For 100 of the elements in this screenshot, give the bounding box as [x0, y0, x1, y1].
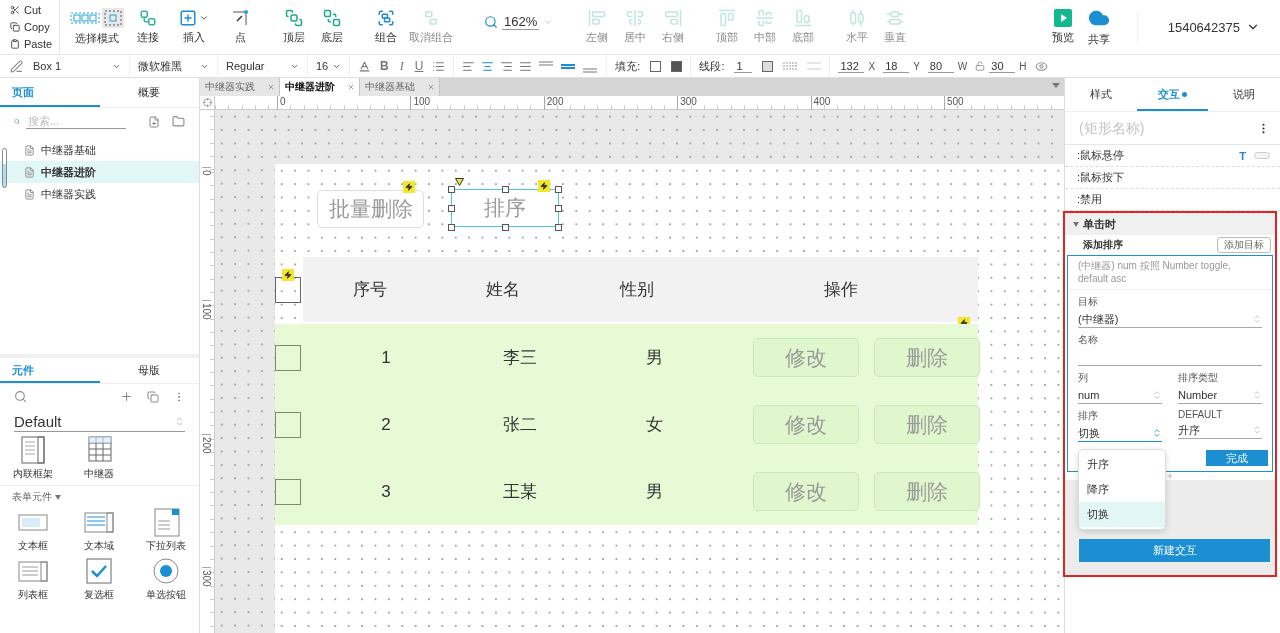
page-item[interactable]: 中继器进阶 — [0, 161, 199, 183]
weight-select[interactable]: Regular — [218, 54, 308, 78]
user-menu[interactable]: 1540642375 — [1136, 12, 1270, 42]
position-field[interactable]: 80 — [927, 59, 954, 73]
toolbar-button[interactable]: 组合 — [368, 2, 404, 52]
position-field[interactable]: 18 — [883, 59, 910, 73]
resize-handle[interactable] — [555, 205, 562, 212]
checkbox[interactable] — [275, 411, 301, 438]
stack-icon[interactable] — [147, 390, 159, 403]
zoom-select[interactable]: 162% — [484, 14, 554, 30]
select-field[interactable]: num — [1078, 387, 1162, 404]
new-interaction-button[interactable]: 新建交互 — [1079, 539, 1270, 562]
state-row[interactable]: :禁用 — [1065, 189, 1280, 211]
panel-tab[interactable]: 说明 — [1208, 78, 1280, 111]
widget-item[interactable]: 单选按钮 — [132, 557, 199, 602]
panel-tab[interactable]: 样式 — [1065, 78, 1137, 111]
unlock-icon[interactable] — [975, 61, 986, 71]
list-icon[interactable] — [432, 59, 446, 73]
font-select[interactable]: 微软雅黑 — [130, 54, 218, 78]
search-icon[interactable] — [14, 390, 27, 403]
panel-tab[interactable]: 交互 — [1136, 78, 1209, 111]
folder-icon[interactable] — [172, 115, 185, 128]
group-header[interactable]: 表单元件 — [0, 485, 199, 506]
menu-item[interactable]: 升序 — [1079, 452, 1165, 477]
resize-handle[interactable] — [448, 186, 455, 193]
toolbar-button[interactable]: 点 — [222, 2, 258, 52]
widget-item[interactable]: 内联框架 — [0, 436, 67, 481]
format-button[interactable]: B — [378, 59, 391, 73]
add-target-button[interactable]: 添加目标 — [1217, 237, 1271, 253]
position-field[interactable]: 30 — [989, 59, 1016, 73]
toolbar-button[interactable]: 插入 — [168, 2, 220, 52]
resize-handle[interactable] — [555, 186, 562, 193]
format-button[interactable]: U — [412, 59, 426, 73]
name-field[interactable]: (矩形名称) — [1077, 119, 1227, 137]
group-icon — [377, 9, 395, 27]
align-right-icon[interactable] — [500, 59, 514, 73]
clipboard-button[interactable]: Cut — [0, 1, 59, 19]
line-width-field[interactable]: 1 — [734, 59, 753, 73]
panel-tab[interactable]: 页面 — [0, 78, 100, 107]
widget-item[interactable]: 下拉列表 — [132, 508, 199, 553]
fill-swatch[interactable] — [650, 60, 662, 72]
document-tab[interactable]: 中继器实践 — [200, 78, 280, 96]
widget-item[interactable]: 文本域 — [66, 508, 133, 553]
style-select[interactable]: Box 1 — [0, 54, 130, 78]
select-field[interactable]: Number — [1178, 387, 1262, 404]
checkbox[interactable] — [275, 478, 301, 505]
text-color-icon[interactable] — [358, 59, 371, 73]
resize-handle[interactable] — [555, 224, 562, 231]
close-icon[interactable] — [267, 83, 275, 91]
library-select[interactable]: Default — [14, 413, 185, 432]
state-row[interactable]: :鼠标悬停 T — [1065, 145, 1280, 167]
close-icon[interactable] — [347, 83, 355, 91]
size-select[interactable]: 16 — [308, 54, 350, 78]
toolbar-button[interactable]: 预览 — [1044, 2, 1081, 52]
panel-tab[interactable]: 母版 — [99, 358, 199, 383]
page-item[interactable]: 中继器基础 — [0, 139, 199, 161]
add-icon[interactable] — [120, 390, 133, 403]
widget-item[interactable]: 中继器 — [66, 436, 133, 481]
toolbar-button[interactable]: 选择模式 — [66, 2, 128, 52]
widget-item[interactable]: 列表框 — [0, 557, 67, 602]
resize-handle[interactable] — [502, 186, 509, 193]
state-row[interactable]: :鼠标按下 — [1065, 167, 1280, 189]
fill-label: 填充: — [615, 58, 641, 74]
resize-handle[interactable] — [448, 224, 455, 231]
line-color-swatch[interactable] — [762, 60, 774, 72]
document-tab[interactable]: 中继器基础 — [360, 78, 440, 96]
select-field[interactable]: (中继器) — [1078, 311, 1262, 328]
shadow-swatch[interactable] — [671, 60, 683, 72]
menu-item[interactable]: 降序 — [1079, 477, 1165, 502]
event-header[interactable]: 单击时 — [1065, 213, 1275, 235]
widget-item[interactable]: 文本框 — [0, 508, 67, 553]
position-field[interactable]: 132 — [838, 59, 865, 73]
done-button[interactable]: 完成 — [1206, 450, 1268, 466]
align-center-icon[interactable] — [481, 59, 495, 73]
toolbar-button[interactable]: 共享 — [1080, 2, 1117, 52]
menu-item[interactable]: 切换 — [1079, 502, 1165, 527]
resize-handle[interactable] — [448, 205, 455, 212]
distribute-vertical-icon — [886, 9, 905, 27]
widget-item[interactable]: 复选框 — [66, 557, 133, 602]
page-item[interactable]: 中继器实践 — [0, 183, 199, 205]
clipboard-button[interactable]: Copy — [0, 18, 59, 36]
document-tab[interactable]: 中继器进阶 — [280, 78, 360, 96]
add-page-icon[interactable] — [148, 115, 160, 128]
align-left-icon[interactable] — [462, 59, 476, 73]
format-button[interactable]: I — [397, 58, 406, 74]
select-field[interactable]: 切换 — [1078, 425, 1162, 442]
checkbox[interactable] — [275, 344, 301, 371]
resize-handle[interactable] — [502, 224, 509, 231]
panel-tab[interactable]: 概要 — [99, 78, 199, 107]
toolbar-button[interactable]: 连接 — [130, 2, 166, 52]
panel-tab[interactable]: 元件 — [0, 358, 100, 383]
clipboard-button[interactable]: Paste — [0, 35, 59, 53]
select-field[interactable]: 升序 — [1178, 422, 1262, 439]
justify-icon[interactable] — [519, 59, 533, 73]
toolbar-button[interactable]: 顶层 — [276, 2, 312, 52]
eye-icon[interactable] — [1034, 59, 1048, 73]
tab-menu-icon[interactable] — [1052, 83, 1060, 88]
search-field[interactable]: 搜索... — [26, 114, 126, 129]
toolbar-button[interactable]: 底层 — [314, 2, 350, 52]
close-icon[interactable] — [427, 83, 435, 91]
